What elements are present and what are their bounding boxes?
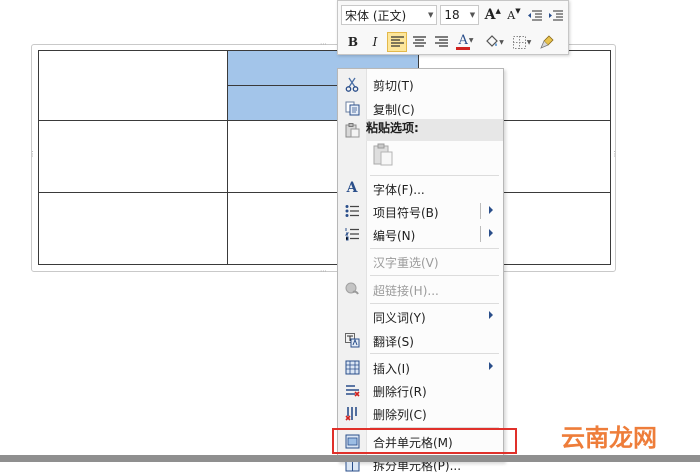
bullets-icon [344,203,360,219]
font-name-value: 宋体 (正文) [345,8,407,23]
menu-item-translate[interactable]: 翻译(S) [338,329,503,351]
font-color-swatch [455,47,470,50]
shrink-font-icon: A [507,8,516,22]
font-name-select[interactable]: 宋体 (正文) ▼ [341,5,438,25]
menu-item-insert[interactable]: 插入(I) [338,356,503,378]
menu-item-cut[interactable]: 剪切(T) [338,73,503,95]
paste-keep-text-button[interactable] [372,143,394,167]
font-size-value: 18 [444,8,460,22]
status-bar [0,455,700,462]
highlight-color-button[interactable]: ▼ [481,32,507,52]
context-menu: 剪切(T) 复制(C) 粘贴选项: A 字体(F)... 项目符号(B) 编号(… [337,68,504,473]
merge-cells-highlight-box [332,428,517,454]
grow-font-icon: A [484,7,496,23]
numbering-icon [344,226,360,242]
menu-item-synonyms[interactable]: 同义词(Y) [338,305,503,327]
table-resize-handle-top[interactable]: ⋯ [320,41,327,48]
scissors-icon [344,76,360,92]
hyperlink-icon [344,281,360,297]
menu-separator [370,303,499,304]
format-painter-button[interactable] [537,32,557,52]
font-size-select[interactable]: 18 ▼ [440,5,480,25]
document-table [38,50,611,265]
translate-icon [344,332,360,348]
chevron-down-icon: ▼ [469,11,476,19]
italic-button[interactable]: I [365,32,385,52]
borders-icon [512,35,526,49]
increase-indent-button[interactable] [547,5,566,25]
format-painter-icon [540,35,554,49]
align-left-icon [390,36,404,47]
menu-item-numbering[interactable]: 编号(N) [338,223,503,245]
bold-button[interactable]: B [343,32,363,52]
table-resize-handle-left[interactable]: ⋮ [29,151,36,158]
align-right-button[interactable] [431,32,451,52]
decrease-indent-icon [528,9,543,21]
delete-column-icon [344,405,360,421]
menu-separator [370,275,499,276]
align-center-button[interactable] [409,32,429,52]
font-color-icon: A [458,33,468,48]
font-icon: A [346,180,358,196]
chevron-down-icon: ▼ [468,37,474,44]
paste-icon [344,122,360,138]
chevron-down-icon: ▼ [428,11,434,19]
menu-item-delete-column[interactable]: 删除列(C) [338,402,503,424]
paste-keep-text-icon [373,143,393,166]
menu-item-reconvert: 汉字重选(V) [373,256,439,270]
submenu-arrow-icon [489,362,493,370]
copy-icon [344,100,360,116]
table-resize-handle-right[interactable]: ⋮ [611,151,618,158]
grow-font-button[interactable]: A ▲ [483,5,502,25]
menu-item-bullets[interactable]: 项目符号(B) [338,200,503,222]
table-cell-r4c1[interactable] [38,192,228,265]
submenu-arrow-icon [489,311,493,319]
menu-item-copy[interactable]: 复制(C) [338,97,503,119]
submenu-arrow-icon[interactable] [489,229,493,237]
menu-item-hyperlink: 超链接(H)... [338,278,503,300]
submenu-arrow-icon[interactable] [489,206,493,214]
menu-separator [370,353,499,354]
menu-item-delete-row[interactable]: 删除行(R) [338,379,503,401]
menu-item-font[interactable]: A 字体(F)... [338,177,503,199]
borders-button[interactable]: ▼ [509,32,535,52]
chevron-down-icon: ▼ [526,38,532,46]
align-left-button[interactable] [387,32,407,52]
table-cell-r3c1[interactable] [38,120,228,193]
menu-separator [370,248,499,249]
decrease-indent-button[interactable] [526,5,545,25]
watermark-logo: 云南龙网 [561,424,657,452]
mini-toolbar: 宋体 (正文) ▼ 18 ▼ A ▲ A ▼ B I A ▼ ▼ ▼ [337,0,569,55]
delete-row-icon [344,382,360,398]
chevron-down-icon: ▼ [499,38,504,46]
table-resize-handle-bottom[interactable]: ⋯ [320,268,327,275]
font-color-button[interactable]: A ▼ [453,32,479,52]
align-center-icon [412,36,426,47]
shrink-font-button[interactable]: A ▼ [504,5,523,25]
menu-separator [370,175,499,176]
increase-indent-icon [549,9,564,21]
insert-table-icon [344,359,360,375]
menu-item-paste-options-icon [338,119,503,141]
align-right-icon [434,36,448,47]
paint-bucket-icon [486,35,499,47]
table-cell-r1c1[interactable] [38,50,228,121]
